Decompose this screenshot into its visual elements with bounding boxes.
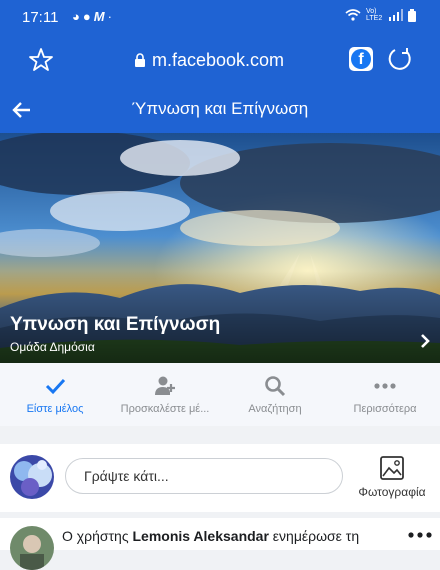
chevron-right-icon[interactable]: [417, 333, 433, 349]
browser-url-bar: m.facebook.com f: [0, 34, 440, 88]
status-time: 17:11: [22, 9, 59, 26]
status-bar: 17:11 ◕●M· Vo) LTE2: [0, 0, 440, 34]
check-icon: [45, 378, 66, 395]
joined-button[interactable]: Είστε μέλος: [0, 363, 110, 426]
invite-button[interactable]: Προσκαλέστε μέ...: [110, 363, 220, 426]
notification-icons: ◕●M·: [72, 9, 115, 24]
more-label: Περισσότερα: [353, 403, 417, 415]
write-something-input[interactable]: Γράψτε κάτι...: [65, 458, 343, 494]
facebook-icon: ●: [82, 9, 94, 24]
wifi-icon: [345, 9, 361, 21]
group-privacy-label: Ομάδα Δημόσια: [10, 340, 95, 354]
battery-icon: [408, 8, 416, 22]
photo-icon: [380, 456, 404, 480]
post-author-avatar-image: [10, 526, 54, 570]
search-label: Αναζήτηση: [248, 403, 302, 415]
lock-icon: [135, 53, 145, 67]
signal-icon: [389, 9, 403, 21]
photo-label: Φωτογραφία: [358, 485, 426, 499]
invite-label: Προσκαλέστε μέ...: [120, 403, 210, 415]
status-right-icons: Vo) LTE2: [345, 8, 416, 22]
search-icon: [265, 376, 286, 397]
post-text: Ο χρήστης Lemonis Aleksandar ενημέρωσε τ…: [62, 528, 359, 544]
more-button[interactable]: Περισσότερα: [330, 363, 440, 426]
url-text[interactable]: m.facebook.com: [152, 50, 284, 71]
facebook-app-icon[interactable]: f: [349, 47, 373, 71]
group-name: Υπνωση και Επίγνωση: [10, 314, 221, 335]
post-action-text: ενημέρωσε τη: [268, 528, 360, 544]
feed-post: Ο χρήστης Lemonis Aleksandar ενημέρωσε τ…: [0, 518, 440, 570]
post-prefix: Ο χρήστης: [62, 528, 133, 544]
page-header: Ύπνωση και Επίγνωση: [0, 88, 440, 133]
photo-button[interactable]: Φωτογραφία: [350, 455, 434, 505]
add-person-icon: [155, 376, 175, 395]
group-action-bar: Είστε μέλος Προσκαλέστε μέ... Αναζήτηση …: [0, 363, 440, 426]
facebook-badge-letter: f: [351, 49, 371, 69]
user-avatar-image: [10, 455, 54, 499]
m-app-icon: M: [93, 9, 108, 24]
group-cover-photo[interactable]: Υπνωση και Επίγνωση Ομάδα Δημόσια: [0, 133, 440, 363]
post-author-name[interactable]: Lemonis Aleksandar: [132, 528, 268, 544]
reload-icon[interactable]: [387, 46, 413, 72]
post-options-icon[interactable]: [408, 530, 432, 540]
volte-lte2-icon: Vo) LTE2: [366, 8, 383, 22]
messenger-icon: ◕: [72, 9, 83, 24]
user-avatar[interactable]: [10, 455, 54, 499]
page-title: Ύπνωση και Επίγνωση: [131, 99, 309, 118]
dot-icon: ·: [107, 9, 115, 24]
write-something-placeholder: Γράψτε κάτι...: [84, 468, 169, 484]
bookmark-star-icon[interactable]: [28, 47, 54, 73]
search-button[interactable]: Αναζήτηση: [220, 363, 330, 426]
more-dots-icon: [374, 383, 396, 389]
joined-label: Είστε μέλος: [26, 403, 84, 415]
post-author-avatar[interactable]: [10, 526, 54, 570]
